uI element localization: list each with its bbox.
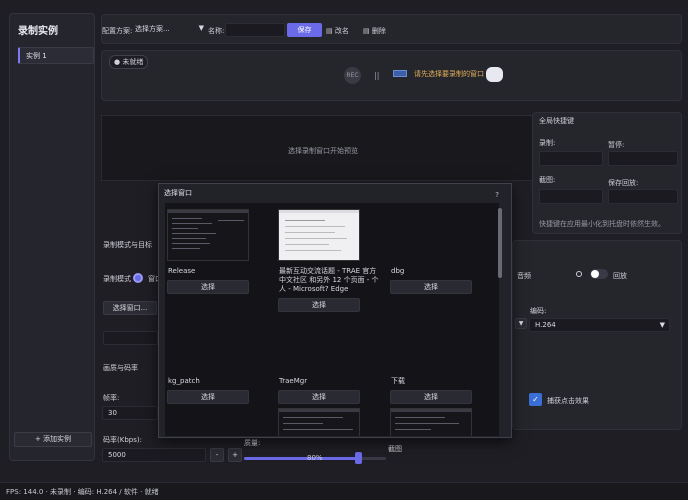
delete-button[interactable]: ▤ 删除 — [363, 26, 386, 36]
rename-icon: ▤ — [326, 27, 333, 35]
playback-toggle[interactable] — [590, 269, 608, 279]
window-name: Release — [168, 267, 196, 275]
ready-status: 就绪 — [144, 488, 159, 496]
chevron-down-icon: ▼ — [659, 321, 665, 329]
encoder-left-arrow[interactable]: ▼ — [515, 318, 527, 329]
hotkeys-title: 全局快捷键 — [539, 117, 574, 125]
select-window-button[interactable]: 选择窗口... — [103, 301, 157, 315]
encoder-value: H.264 — [535, 321, 556, 329]
encoder-label: 编码: — [530, 307, 547, 315]
sidebar-title: 录制实例 — [18, 26, 58, 37]
hotkey-pause-label: 暂停: — [608, 141, 625, 149]
scheme-label: 配置方案: — [102, 27, 133, 35]
window-name: TraeMgr — [279, 377, 308, 385]
hotkey-save-replay-label: 保存回放: — [608, 179, 639, 187]
instance-sidebar: 录制实例 实例 1 + 添加实例 — [9, 13, 95, 461]
screenshot-section-label: 截图 — [388, 445, 402, 453]
bitrate-increase-button[interactable]: + — [228, 448, 242, 462]
choose-window-button[interactable]: 选择 — [167, 390, 249, 404]
dialog-scrollbar[interactable] — [498, 208, 502, 278]
fps-status-label: FPS: — [6, 488, 22, 496]
bitrate-input[interactable]: 5000 — [102, 448, 206, 462]
hotkey-screenshot-label: 截图: — [539, 176, 556, 184]
quality-label: 质量: — [244, 439, 261, 447]
hotkey-save-replay-input[interactable] — [608, 189, 678, 204]
dialog-title: 选择窗口 — [164, 189, 192, 197]
choose-window-button[interactable]: 选择 — [167, 280, 249, 294]
capture-clicks-label: 捕获点击效果 — [547, 397, 589, 405]
fps-status-value: 144.0 — [23, 488, 44, 496]
hotkey-record-label: 录制: — [539, 139, 556, 147]
hotkey-record-input[interactable] — [539, 151, 603, 166]
mode-label: 录制模式 — [103, 275, 131, 283]
sidebar-item-instance-1[interactable]: 实例 1 — [18, 47, 94, 64]
hotkey-screenshot-input[interactable] — [539, 189, 603, 204]
window-thumbnail[interactable] — [390, 408, 472, 436]
window-thumbnail[interactable] — [167, 209, 249, 261]
hotkey-pause-input[interactable] — [608, 151, 678, 166]
select-window-dialog: 选择窗口 ? Release 选择 最新互动交流话题 - TRAE 官方中文社区… — [158, 183, 512, 438]
fps-input[interactable]: 30 — [102, 406, 158, 420]
window-grid: Release 选择 最新互动交流话题 - TRAE 官方中文社区 和另外 12… — [165, 203, 499, 436]
preview-placeholder: 选择录制窗口开始预览 — [288, 147, 358, 155]
quality-section-title: 画质与码率 — [103, 364, 138, 372]
window-name: dbg — [391, 267, 405, 275]
status-sep: · — [45, 488, 48, 496]
target-input[interactable] — [103, 331, 158, 345]
pause-button[interactable]: || — [374, 71, 379, 80]
record-state: 未录制 — [50, 488, 72, 496]
scheme-value: 选择方案... — [135, 25, 170, 33]
status-sep: · — [140, 488, 143, 496]
add-instance-button[interactable]: + 添加实例 — [14, 432, 92, 447]
choose-window-button[interactable]: 选择 — [278, 390, 360, 404]
window-name: 最新互动交流话题 - TRAE 官方中文社区 和另外 12 个页面 - 个人 -… — [279, 267, 379, 293]
status-sep: · — [73, 488, 76, 496]
quality-value: 80% — [307, 454, 323, 462]
name-label: 名称: — [208, 27, 225, 35]
hotkeys-note: 快捷键在应用最小化到托盘时依然生效。 — [539, 220, 665, 228]
bitrate-decrease-button[interactable]: - — [210, 448, 224, 462]
choose-window-button[interactable]: 选择 — [278, 298, 360, 312]
chevron-down-icon: ▼ — [198, 24, 204, 32]
window-thumbnail[interactable] — [278, 408, 360, 436]
control-panel — [101, 50, 682, 101]
audio-radio[interactable] — [576, 271, 582, 277]
mode-radio-window[interactable] — [133, 273, 143, 283]
capture-clicks-checkbox[interactable]: ✓ — [529, 393, 542, 406]
help-icon[interactable]: ? — [495, 191, 499, 199]
status-bar: FPS: 144.0 · 未录制 · 编码: H.264 / 软件 · 就绪 — [0, 482, 688, 500]
playback-toggle-knob — [591, 270, 599, 278]
bitrate-label: 码率(Kbps): — [103, 436, 142, 444]
window-select-toggle[interactable] — [486, 67, 503, 82]
delete-label: 删除 — [371, 27, 386, 35]
mode-section-title: 录制模式与目标 — [103, 241, 152, 249]
choose-window-button[interactable]: 选择 — [390, 390, 472, 404]
save-button[interactable]: 保存 — [287, 23, 322, 37]
hotkeys-panel — [532, 112, 682, 234]
monitor-icon — [393, 70, 407, 77]
quality-slider-handle[interactable] — [354, 452, 362, 464]
audio-label: 音频 — [517, 272, 531, 280]
record-button[interactable]: REC — [344, 67, 361, 84]
choose-window-button[interactable]: 选择 — [390, 280, 472, 294]
window-thumbnail[interactable] — [278, 209, 360, 261]
status-pill: ● 未就绪 — [109, 55, 149, 69]
window-name: 下载 — [391, 377, 405, 385]
rename-button[interactable]: ▤ 改名 — [326, 26, 349, 36]
scheme-select[interactable]: 选择方案... ▼ — [130, 22, 204, 37]
select-window-prompt: 请先选择要录制的窗口 — [414, 70, 484, 78]
trash-icon: ▤ — [363, 27, 370, 35]
encoder-status: 编码: H.264 / 软件 — [77, 488, 138, 496]
fps-label: 帧率: — [103, 394, 120, 402]
quality-slider-fill — [244, 457, 358, 460]
playback-label: 回放 — [613, 272, 627, 280]
window-name: kg_patch — [168, 377, 200, 385]
rename-label: 改名 — [334, 27, 349, 35]
encoder-select[interactable]: H.264 ▼ — [529, 318, 670, 332]
name-input[interactable] — [225, 23, 285, 37]
